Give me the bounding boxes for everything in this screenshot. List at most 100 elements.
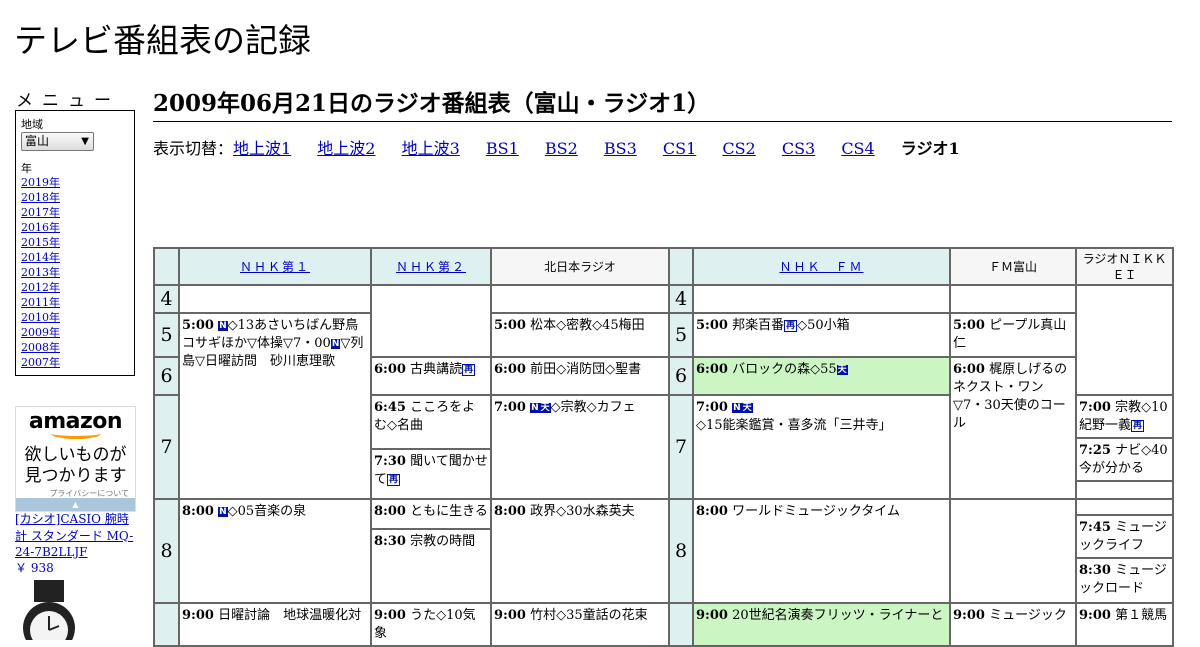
hour-cell: 5 <box>668 312 694 358</box>
weather-badge-icon: 天 <box>741 403 753 413</box>
program-cell[interactable]: 7:00 N 天◇宗教◇カフェ <box>490 394 670 500</box>
program-cell[interactable]: 8:00 政界◇30水森英夫 <box>490 498 670 604</box>
hour-cell: 7 <box>668 394 694 500</box>
program-cell[interactable]: 6:00 バロックの森◇55天 <box>692 356 951 396</box>
switch-current: ラジオ1 <box>900 139 960 158</box>
year-link[interactable]: 2014年 <box>21 251 60 264</box>
program-cell[interactable]: 5:00 ピープル真山仁 <box>949 312 1077 358</box>
program-grid: ＮＨＫ第１ ＮＨＫ第２ 北日本ラジオ ＮＨＫ ＦＭ ＦＭ富山 ラジオＮＩＫＫＥＩ… <box>153 247 1174 647</box>
program-cell[interactable]: 5:00 松本◇密教◇45梅田 <box>490 312 670 358</box>
switch-link[interactable]: CS1 <box>663 139 696 158</box>
menu-box: 地域 富山 ▼ 年 2019年 2018年 2017年 2016年 2015年 … <box>15 110 135 376</box>
year-link[interactable]: 2007年 <box>21 356 60 369</box>
program-cell[interactable]: 7:00 宗教◇10紀野一義再 <box>1077 396 1172 439</box>
menu-heading: メニュー <box>16 91 120 111</box>
hour-cell: 6 <box>153 356 180 396</box>
program-cell[interactable]: 7:25 ナビ◇40今が分かる <box>1077 439 1172 482</box>
program-cell[interactable]: 5:00 N◇13あさいちばん野鳥コサギほか▽体操▽7・00N▽列島▽日曜訪問 … <box>178 312 372 500</box>
program-cell[interactable]: 8:00 ともに生きる <box>372 500 490 530</box>
weather-badge-icon: 天 <box>836 365 848 375</box>
program-stack: 8:00 ともに生きる 8:30 宗教の時間 <box>370 498 492 604</box>
year-link[interactable]: 2008年 <box>21 341 60 354</box>
product-price: ￥ 938 <box>15 561 54 575</box>
switch-link[interactable]: BS3 <box>604 139 637 158</box>
switch-link[interactable]: CS3 <box>782 139 815 158</box>
program-cell[interactable] <box>1077 482 1172 498</box>
ad-collapse-bar[interactable]: ▲ <box>16 498 135 511</box>
program-cell[interactable]: 8:30 ミュージックロード <box>1077 559 1172 600</box>
switch-link[interactable]: BS1 <box>486 139 519 158</box>
switch-link[interactable]: CS2 <box>722 139 755 158</box>
weather-badge-icon: 天 <box>539 403 551 413</box>
news-badge-icon: N <box>530 403 540 413</box>
program-cell[interactable]: 7:00 N 天◇15能楽鑑賞・喜多流「三井寺」 <box>692 394 951 500</box>
region-select[interactable]: 富山 ▼ <box>21 132 94 151</box>
rerun-badge-icon: 再 <box>784 320 798 332</box>
switch-link[interactable]: 地上波2 <box>317 139 375 158</box>
program-cell[interactable]: 6:00 古典講読再 <box>370 356 492 396</box>
channel-link[interactable]: ＮＨＫ ＦＭ <box>779 260 863 274</box>
year-link[interactable]: 2009年 <box>21 326 60 339</box>
hour-cell: 6 <box>668 356 694 396</box>
switch-link[interactable]: CS4 <box>841 139 874 158</box>
ad-line-2: 見つかります <box>24 466 127 486</box>
program-cell[interactable]: 9:00 20世紀名演奏フリッツ・ライナーと <box>692 602 951 647</box>
empty-cell <box>178 284 372 314</box>
channel-header[interactable]: ＮＨＫ第１ <box>178 247 372 286</box>
program-cell[interactable] <box>1077 498 1172 516</box>
year-link[interactable]: 2016年 <box>21 221 60 234</box>
switch-link[interactable]: BS2 <box>545 139 578 158</box>
program-cell[interactable]: 6:45 こころをよむ◇名曲 <box>372 396 490 450</box>
program-cell[interactable]: 5:00 邦楽百番再 ◇50小箱 <box>692 312 951 358</box>
channel-link[interactable]: ＮＨＫ第１ <box>240 260 310 274</box>
dropdown-arrow-icon: ▼ <box>81 136 89 147</box>
program-stack: 6:45 こころをよむ◇名曲 7:30 聞いて聞かせて再 <box>370 394 492 500</box>
program-stack: 7:45 ミュージックライフ 8:30 ミュージックロード <box>1075 498 1174 604</box>
program-cell[interactable]: 9:00 日曜討論 地球温暖化対 <box>178 602 372 647</box>
hour-cell: 8 <box>668 498 694 604</box>
program-cell[interactable]: 9:00 竹村◇35童話の花束 <box>490 602 670 647</box>
program-cell[interactable]: 6:00 梶原しげるのネクスト・ワン▽7・30天使のコール <box>949 356 1077 500</box>
channel-link[interactable]: ＮＨＫ第２ <box>396 260 466 274</box>
channel-header[interactable]: ＮＨＫ第２ <box>370 247 492 286</box>
news-badge-icon: N <box>218 321 228 331</box>
program-cell[interactable]: 9:00 ミュージック <box>949 602 1077 647</box>
empty-cell <box>692 284 951 314</box>
program-cell[interactable]: 9:00 第１競馬 <box>1075 602 1174 647</box>
program-cell[interactable]: 9:00 うた◇10気象 <box>370 602 492 647</box>
year-link[interactable]: 2017年 <box>21 206 60 219</box>
site-title: テレビ番組表の記録 <box>14 21 311 60</box>
region-value: 富山 <box>25 134 50 148</box>
year-list: 2019年 2018年 2017年 2016年 2015年 2014年 2013… <box>21 175 60 370</box>
empty-cell <box>490 284 670 314</box>
year-link[interactable]: 2018年 <box>21 191 60 204</box>
hour-cell: 7 <box>153 394 180 500</box>
empty-cell <box>1075 284 1174 396</box>
channel-header[interactable]: ＮＨＫ ＦＭ <box>692 247 951 286</box>
program-cell[interactable]: 7:45 ミュージックライフ <box>1077 516 1172 559</box>
amazon-logo: amazon <box>28 409 123 434</box>
year-link[interactable]: 2011年 <box>21 296 60 309</box>
amazon-ad[interactable]: amazon 欲しいものが 見つかります プライバシーについて ▲ <box>15 406 136 512</box>
year-link[interactable]: 2013年 <box>21 266 60 279</box>
channel-header: ＦＭ富山 <box>949 247 1077 286</box>
product-link[interactable]: [カシオ]CASIO 腕時計 スタンダード MQ-24-7B2LLJF <box>15 511 140 561</box>
program-cell[interactable]: 8:00 ワールドミュージックタイム <box>692 498 951 604</box>
year-link[interactable]: 2019年 <box>21 176 60 189</box>
news-badge-icon: N <box>218 507 228 517</box>
program-stack: 7:00 宗教◇10紀野一義再 7:25 ナビ◇40今が分かる <box>1075 394 1174 500</box>
year-link[interactable]: 2012年 <box>21 281 60 294</box>
program-cell[interactable]: 8:30 宗教の時間 <box>372 530 490 600</box>
news-badge-icon: N <box>732 403 742 413</box>
program-cell[interactable]: 7:30 聞いて聞かせて再 <box>372 450 490 496</box>
watch-image[interactable] <box>20 580 84 640</box>
switch-link[interactable]: 地上波3 <box>402 139 460 158</box>
program-cell[interactable]: 6:00 前田◇消防団◇聖書 <box>490 356 670 396</box>
year-link[interactable]: 2010年 <box>21 311 60 324</box>
channel-header: 北日本ラジオ <box>490 247 670 286</box>
switch-link[interactable]: 地上波1 <box>233 139 291 158</box>
hour-header <box>668 247 694 286</box>
year-link[interactable]: 2015年 <box>21 236 60 249</box>
program-cell[interactable]: 8:00 N◇05音楽の泉 <box>178 498 372 604</box>
year-label: 年 <box>21 162 32 175</box>
